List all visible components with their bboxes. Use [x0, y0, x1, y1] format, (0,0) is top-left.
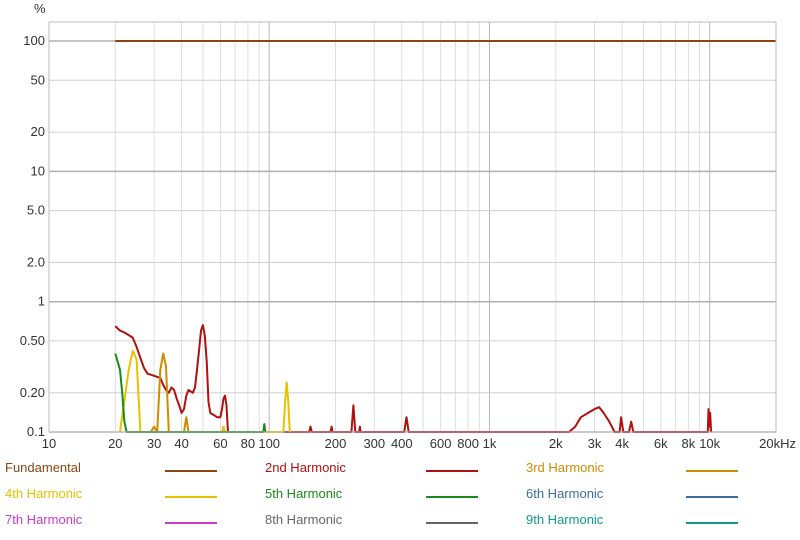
legend-label: 8th Harmonic — [265, 512, 343, 527]
y-tick-label: 100 — [23, 33, 45, 48]
y-tick-label: 5.0 — [27, 203, 45, 218]
x-tick-label: 2k — [549, 436, 563, 451]
legend-item: 8th Harmonic — [265, 512, 480, 532]
y-tick-label: 50 — [31, 72, 45, 87]
x-tick-label: 20 — [108, 436, 122, 451]
legend-label: 2nd Harmonic — [265, 460, 346, 475]
legend-swatch — [686, 522, 738, 524]
legend-swatch — [165, 496, 217, 498]
plot-background — [49, 22, 776, 432]
x-tick-label: 20kHz — [759, 436, 796, 451]
x-tick-label: 40 — [174, 436, 188, 451]
x-tick-label: 80 — [241, 436, 255, 451]
x-tick-label: 300 — [363, 436, 385, 451]
legend-label: 9th Harmonic — [526, 512, 604, 527]
x-tick-label: 10k — [699, 436, 720, 451]
y-unit-label: % — [34, 1, 46, 16]
y-tick-label: 0.50 — [20, 333, 45, 348]
legend-item: 4th Harmonic — [5, 486, 219, 506]
x-tick-label: 8k — [682, 436, 696, 451]
legend-label: 3rd Harmonic — [526, 460, 605, 475]
x-tick-label: 4k — [615, 436, 629, 451]
y-tick-label: 20 — [31, 124, 45, 139]
legend-swatch — [426, 496, 478, 498]
y-tick-label: 0.20 — [20, 385, 45, 400]
x-tick-label: 6k — [654, 436, 668, 451]
y-tick-label: 10 — [31, 163, 45, 178]
x-tick-label: 200 — [325, 436, 347, 451]
x-tick-label: 60 — [213, 436, 227, 451]
y-tick-label: 2.0 — [27, 255, 45, 270]
legend-swatch — [165, 522, 217, 524]
x-tick-label: 3k — [588, 436, 602, 451]
legend-swatch — [686, 496, 738, 498]
legend-label: Fundamental — [5, 460, 81, 475]
legend-item: 6th Harmonic — [526, 486, 740, 506]
legend-item: 9th Harmonic — [526, 512, 740, 532]
y-tick-labels: 1005020105.02.010.500.200.1 — [20, 33, 45, 439]
x-tick-label: 1k — [483, 436, 497, 451]
legend-swatch — [165, 470, 217, 472]
x-tick-label: 600 — [430, 436, 452, 451]
legend-swatch — [686, 470, 738, 472]
x-tick-label: 100 — [258, 436, 280, 451]
legend-label: 4th Harmonic — [5, 486, 83, 501]
legend-item: Fundamental — [5, 460, 219, 480]
legend-swatch — [426, 522, 478, 524]
legend: Fundamental 2nd Harmonic 3rd Harmonic 4th H… — [0, 458, 800, 538]
legend-item: 5th Harmonic — [265, 486, 480, 506]
y-tick-label: 1 — [38, 294, 45, 309]
legend-label: 6th Harmonic — [526, 486, 604, 501]
x-tick-label: 30 — [147, 436, 161, 451]
legend-label: 7th Harmonic — [5, 512, 83, 527]
x-tick-label: 800 — [457, 436, 479, 451]
legend-item: 7th Harmonic — [5, 512, 219, 532]
legend-item: 3rd Harmonic — [526, 460, 740, 480]
legend-item: 2nd Harmonic — [265, 460, 480, 480]
legend-label: 5th Harmonic — [265, 486, 343, 501]
x-tick-labels: 10 20 30 40 60 80 100 200 300 400 600 800 1k 2k 3k 4k 6k… — [42, 436, 796, 451]
legend-swatch — [426, 470, 478, 472]
x-tick-label: 400 — [391, 436, 413, 451]
x-tick-label: 10 — [42, 436, 56, 451]
